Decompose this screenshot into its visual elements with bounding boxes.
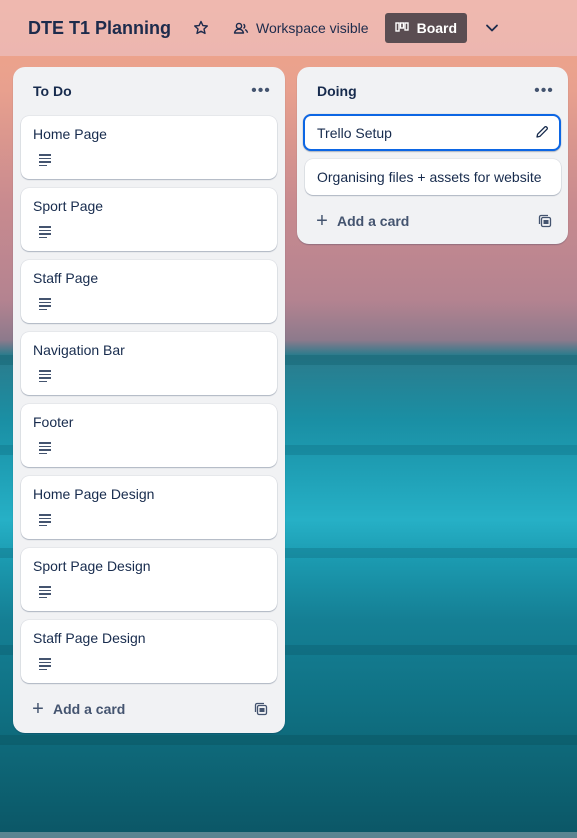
- board-header: DTE T1 Planning Workspace visible Board: [0, 0, 577, 56]
- workspace-visibility-label: Workspace visible: [256, 20, 369, 36]
- description-icon: [39, 514, 51, 526]
- description-icon: [39, 442, 51, 454]
- card-title: Sport Page: [33, 198, 104, 214]
- card-selected[interactable]: Trello Setup: [303, 114, 561, 151]
- add-card-label: Add a card: [53, 701, 126, 717]
- board-view-label: Board: [416, 20, 458, 36]
- pencil-icon[interactable]: [535, 125, 549, 142]
- card-title: Staff Page Design: [33, 630, 146, 646]
- card-title: Organising files + assets for website: [317, 169, 542, 185]
- add-card-button[interactable]: + Add a card: [315, 210, 410, 232]
- card-title: Home Page Design: [33, 486, 155, 502]
- board-icon: [394, 22, 409, 34]
- description-icon: [39, 298, 51, 310]
- add-card-label: Add a card: [337, 213, 410, 229]
- card-title: Navigation Bar: [33, 342, 125, 358]
- description-icon: [39, 154, 51, 166]
- card[interactable]: Navigation Bar: [21, 332, 277, 395]
- card-title: Footer: [33, 414, 74, 430]
- workspace-visibility-button[interactable]: Workspace visible: [233, 20, 369, 36]
- card-title: Sport Page Design: [33, 558, 151, 574]
- card-template-icon[interactable]: [254, 702, 268, 716]
- card[interactable]: Home Page Design: [21, 476, 277, 539]
- description-icon: [39, 370, 51, 382]
- list-doing: Doing ••• Trello Setup Organising files …: [297, 67, 568, 244]
- description-icon: [39, 586, 51, 598]
- plus-icon: +: [32, 698, 44, 720]
- card-template-icon[interactable]: [538, 214, 552, 228]
- more-dots-icon[interactable]: •••: [532, 82, 556, 100]
- card-title: Staff Page: [33, 270, 99, 286]
- list-title[interactable]: Doing: [317, 83, 357, 99]
- description-icon: [39, 658, 51, 670]
- workspace-visibility-icon: [233, 20, 249, 36]
- card-title: Home Page: [33, 126, 107, 142]
- card[interactable]: Sport Page: [21, 188, 277, 251]
- horizontal-scrollbar[interactable]: [0, 832, 577, 838]
- card[interactable]: Sport Page Design: [21, 548, 277, 611]
- list-header: Doing •••: [297, 67, 568, 115]
- card[interactable]: Footer: [21, 404, 277, 467]
- board-title[interactable]: DTE T1 Planning: [28, 18, 171, 39]
- list-to-do: To Do ••• Home Page Sport Page Staff Pag…: [13, 67, 285, 733]
- card[interactable]: Organising files + assets for website: [305, 159, 561, 195]
- list-header: To Do •••: [13, 67, 285, 115]
- more-dots-icon[interactable]: •••: [249, 82, 273, 100]
- description-icon: [39, 226, 51, 238]
- chevron-down-icon[interactable]: [483, 19, 501, 37]
- card[interactable]: Home Page: [21, 116, 277, 179]
- plus-icon: +: [316, 210, 328, 232]
- card[interactable]: Staff Page Design: [21, 620, 277, 683]
- add-card-button[interactable]: + Add a card: [31, 698, 126, 720]
- board-view-button[interactable]: Board: [384, 13, 468, 43]
- card[interactable]: Staff Page: [21, 260, 277, 323]
- list-title[interactable]: To Do: [33, 83, 72, 99]
- card-title: Trello Setup: [317, 125, 392, 141]
- star-icon[interactable]: [191, 18, 211, 38]
